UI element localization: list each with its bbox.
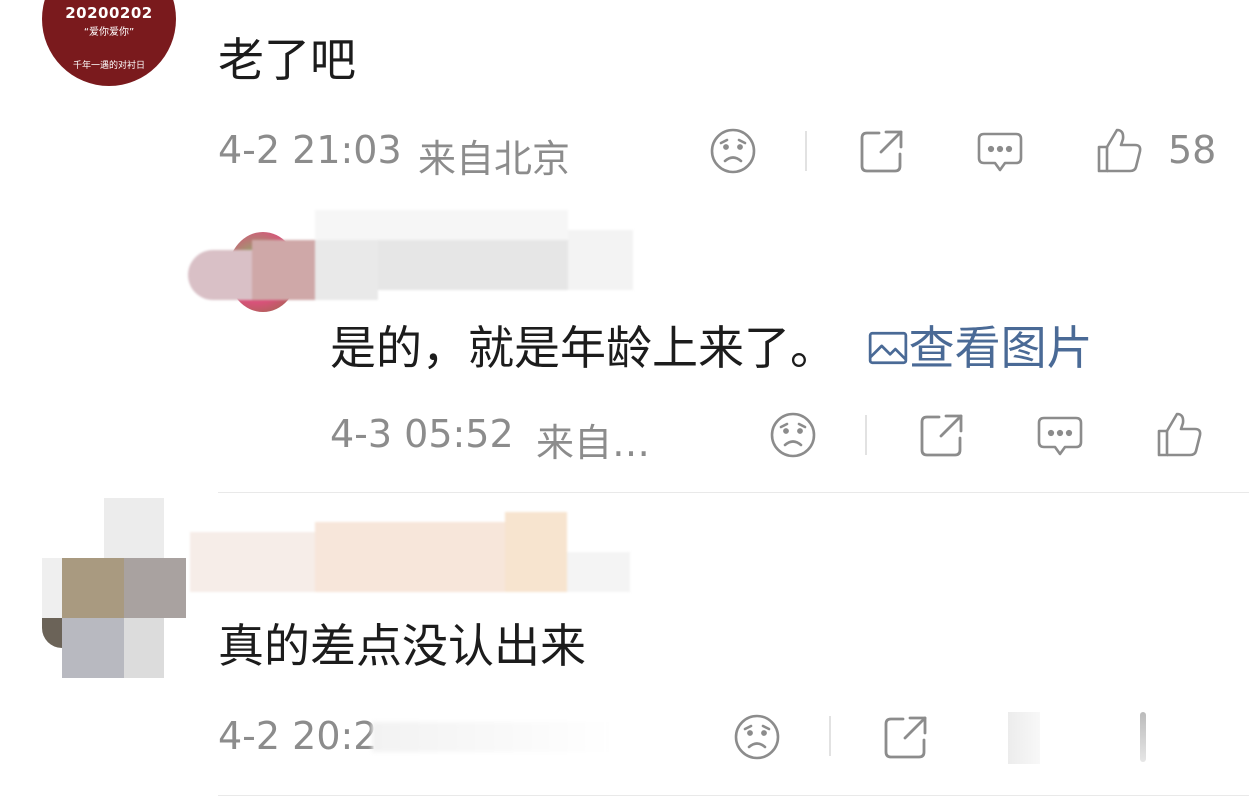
view-image-link[interactable]: 查看图片: [867, 321, 1093, 375]
action-divider: [805, 131, 807, 171]
sad-face-icon[interactable]: [732, 712, 782, 762]
comment-timestamp: 4-3 05:52: [330, 412, 514, 456]
username-redacted: [188, 210, 633, 300]
like-count: 58: [1168, 128, 1217, 172]
avatar[interactable]: 20200202 “爱你爱你” 千年一遇的对衬日: [42, 0, 176, 86]
username-redacted: [190, 512, 630, 594]
comment-divider: [218, 492, 1249, 493]
share-icon[interactable]: [917, 410, 967, 460]
comment-bubble-icon[interactable]: [1035, 410, 1085, 460]
comment-text: 真的差点没认出来: [218, 619, 586, 673]
thumbs-up-icon[interactable]: [1094, 126, 1144, 176]
redacted-icon: [1140, 712, 1146, 762]
comment-divider: [218, 795, 1249, 796]
view-image-label: 查看图片: [908, 321, 1093, 375]
action-divider: [865, 415, 867, 455]
comment-body: 是的，就是年龄上来了。: [330, 321, 836, 375]
picture-icon: [868, 331, 907, 365]
sad-face-icon[interactable]: [768, 410, 818, 460]
redacted-text: [372, 722, 612, 752]
comment-text: 老了吧: [218, 33, 356, 87]
avatar-date-text: 20200202: [65, 4, 153, 22]
redacted-icon: [1008, 712, 1040, 764]
sad-face-icon[interactable]: [708, 126, 758, 176]
share-icon[interactable]: [881, 712, 931, 762]
comment-timestamp: 4-2 21:03: [218, 128, 402, 172]
share-icon[interactable]: [857, 126, 907, 176]
comment-location: 来自北京: [418, 137, 571, 181]
comment-text: 是的，就是年龄上来了。 查看图片: [330, 312, 1093, 378]
avatar[interactable]: [42, 498, 192, 678]
comment-timestamp: 4-2 20:2: [218, 714, 378, 758]
avatar-footer-text: 千年一遇的对衬日: [72, 61, 145, 71]
thumbs-up-icon[interactable]: [1154, 410, 1204, 460]
comment-bubble-icon[interactable]: [975, 126, 1025, 176]
avatar-quote-text: “爱你爱你”: [83, 27, 135, 38]
action-divider: [829, 716, 831, 756]
comment-location: 来自…: [536, 421, 651, 465]
